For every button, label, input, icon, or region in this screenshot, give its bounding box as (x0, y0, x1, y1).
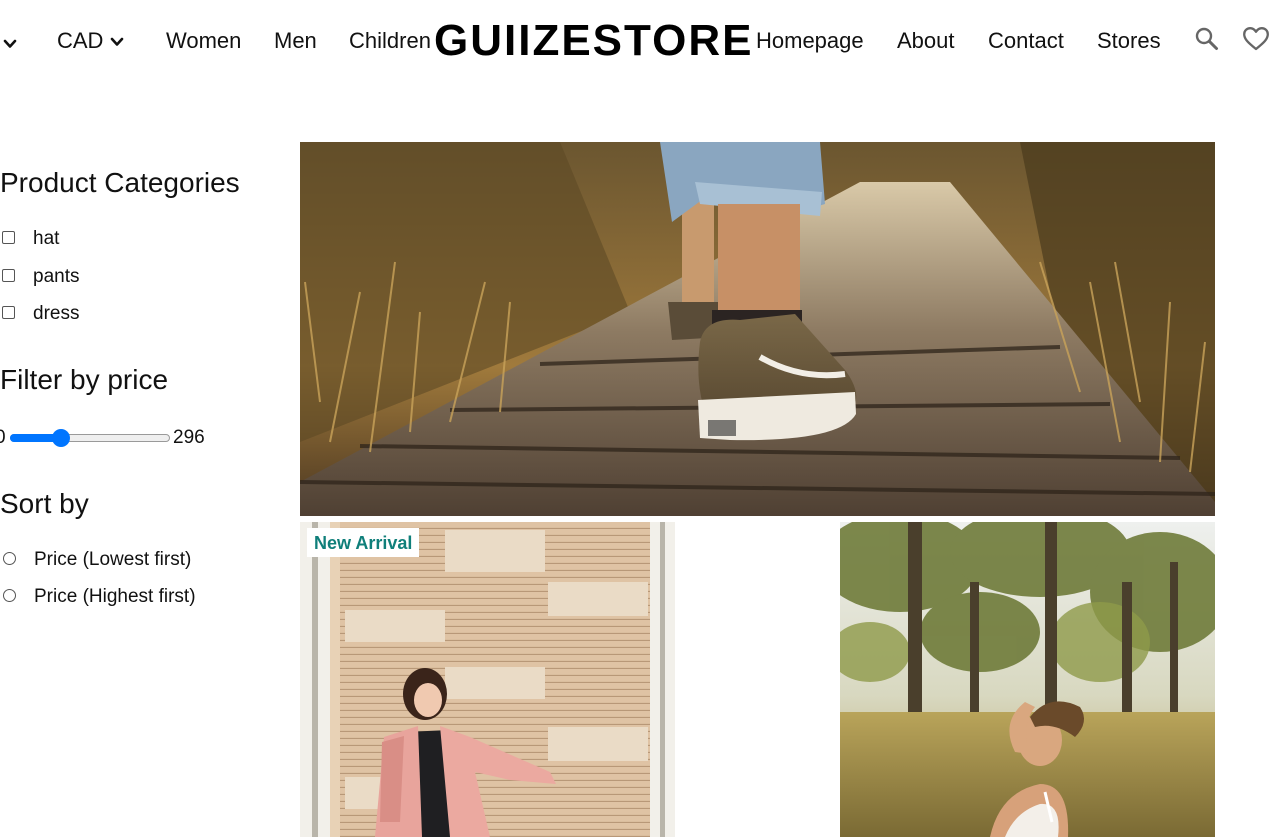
nav-link-homepage[interactable]: Homepage (756, 28, 864, 54)
nav-link-children[interactable]: Children (349, 28, 431, 54)
category-checkbox[interactable] (2, 306, 15, 319)
product-image (300, 522, 675, 837)
category-label: dress (33, 303, 80, 324)
search-icon[interactable] (1194, 26, 1220, 52)
category-label: pants (33, 266, 80, 287)
nav-link-contact[interactable]: Contact (988, 28, 1064, 54)
sort-radio[interactable] (3, 589, 16, 602)
new-arrival-badge: New Arrival (307, 528, 420, 557)
nav-link-men[interactable]: Men (274, 28, 317, 54)
category-checkbox[interactable] (2, 269, 15, 282)
heart-icon[interactable] (1242, 26, 1270, 52)
language-dropdown[interactable] (2, 30, 18, 56)
price-max-label: 296 (173, 427, 205, 448)
sort-label: Price (Lowest first) (34, 549, 192, 570)
product-card[interactable] (840, 522, 1215, 837)
price-filter-heading: Filter by price (0, 364, 169, 395)
site-logo[interactable]: GUIIZESTORE (434, 16, 753, 66)
product-card[interactable]: New Arrival (300, 522, 675, 837)
category-checkbox[interactable] (2, 231, 15, 244)
category-label: hat (33, 228, 60, 249)
sort-radio[interactable] (3, 552, 16, 565)
price-min-label: 0 (0, 427, 6, 448)
chevron-down-icon (111, 37, 124, 46)
categories-heading: Product Categories (0, 167, 240, 198)
price-slider-thumb[interactable] (52, 429, 71, 447)
nav-link-about[interactable]: About (897, 28, 955, 54)
price-range: 0 296 (0, 427, 260, 451)
currency-dropdown[interactable]: CAD (57, 28, 125, 54)
site-header: CAD Women Men Children GUIIZESTORE Homep… (0, 0, 1277, 84)
sort-label: Price (Highest first) (34, 586, 196, 607)
page: CAD Women Men Children GUIIZESTORE Homep… (0, 0, 1277, 837)
currency-label: CAD (57, 28, 104, 53)
product-image (840, 522, 1215, 837)
hero-banner-image[interactable] (300, 142, 1215, 516)
sort-heading: Sort by (0, 488, 89, 519)
nav-link-stores[interactable]: Stores (1097, 28, 1161, 54)
nav-link-women[interactable]: Women (166, 28, 241, 54)
chevron-down-icon (3, 39, 17, 48)
